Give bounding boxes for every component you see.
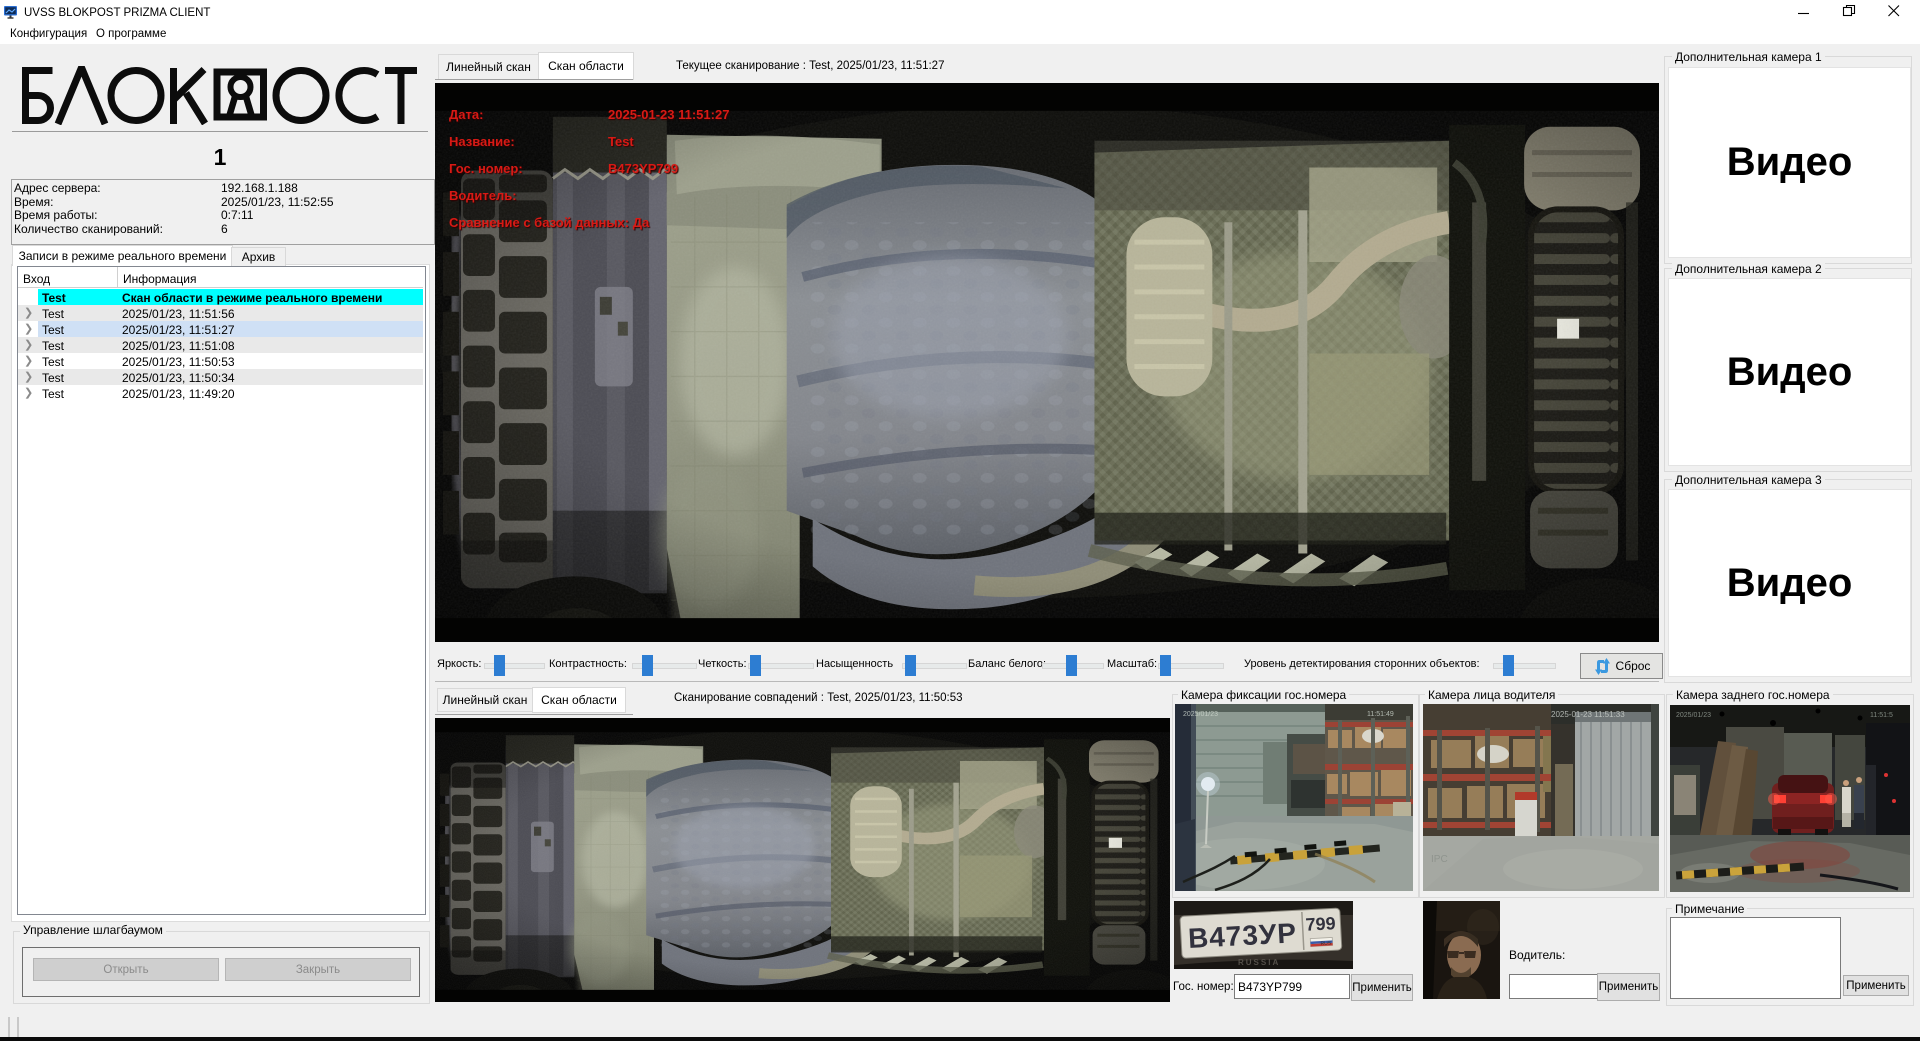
svg-text:IPC: IPC	[1431, 854, 1448, 865]
svg-text:RUS: RUS	[1320, 940, 1332, 947]
svg-text:2025-01-23 11:51:33: 2025-01-23 11:51:33	[1551, 710, 1625, 719]
svg-text:RUSSIA: RUSSIA	[1238, 958, 1280, 967]
svg-text:В473УР: В473УР	[1187, 917, 1296, 954]
svg-text:799: 799	[1305, 913, 1336, 935]
svg-text:2025/01/23: 2025/01/23	[1183, 711, 1218, 718]
svg-text:11:51:5: 11:51:5	[1870, 712, 1893, 719]
svg-text:2025/01/23: 2025/01/23	[1676, 712, 1711, 719]
svg-text:11:51:49: 11:51:49	[1367, 711, 1394, 718]
